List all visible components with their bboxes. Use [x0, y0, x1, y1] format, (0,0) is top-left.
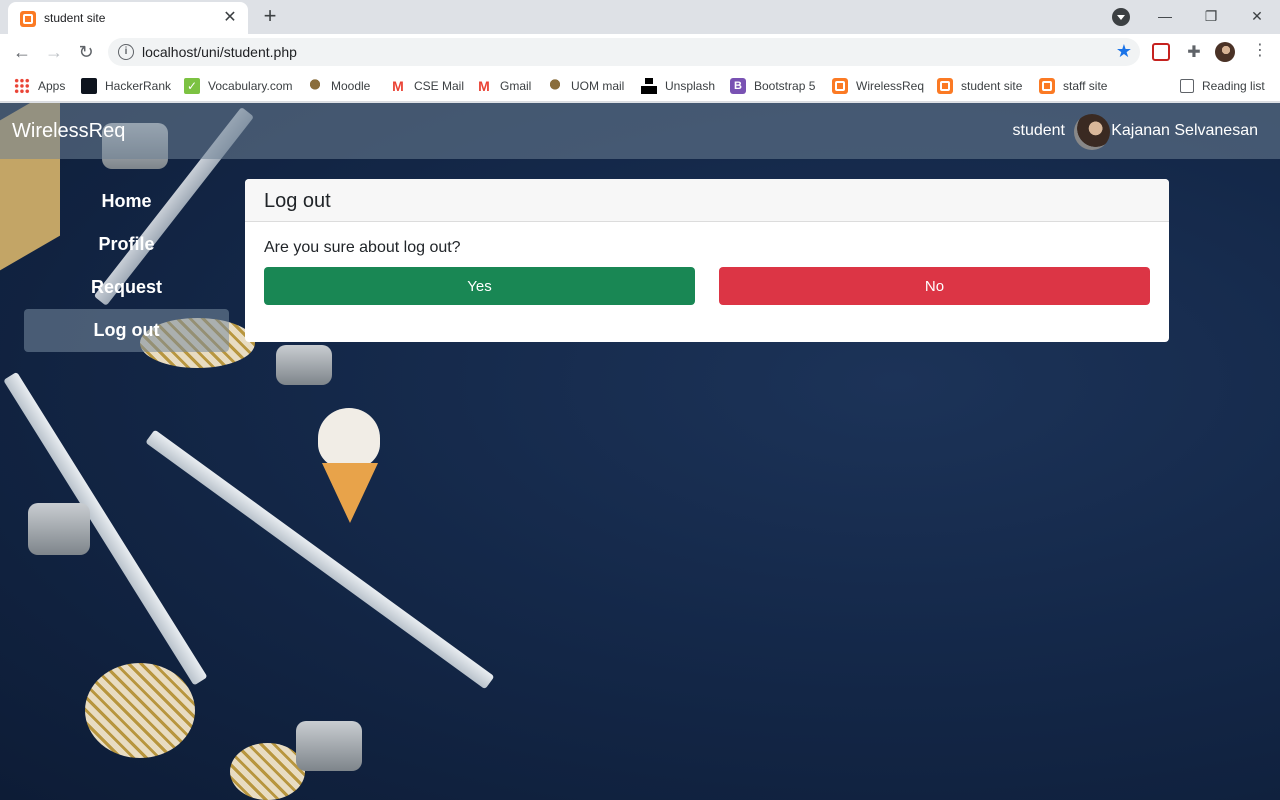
address-bar[interactable]: i localhost/uni/student.php ★: [108, 38, 1140, 66]
extensions-puzzle-icon[interactable]: ✚: [1184, 42, 1204, 62]
sidebar-nav: Home Profile Request Log out: [24, 180, 229, 352]
bookmark-unsplash[interactable]: Unsplash: [641, 76, 715, 96]
bookmark-label: UOM mail: [571, 79, 625, 93]
bookmark-staff-site[interactable]: staff site: [1039, 76, 1107, 96]
pencil-decoration: [145, 429, 495, 690]
back-icon[interactable]: ←: [10, 40, 34, 64]
reading-list[interactable]: Reading list: [1180, 76, 1265, 96]
hackerrank-icon: [81, 78, 97, 94]
bookmark-gmail[interactable]: M Gmail: [476, 76, 531, 96]
bookmark-hackerrank[interactable]: HackerRank: [81, 76, 171, 96]
tab-title: student site: [44, 11, 106, 25]
xampp-favicon-icon: [20, 11, 36, 27]
brand-logo[interactable]: WirelessReq: [12, 120, 125, 143]
sidebar-item-request[interactable]: Request: [24, 266, 229, 309]
no-button[interactable]: No: [719, 267, 1150, 305]
reading-list-label: Reading list: [1202, 79, 1265, 93]
browser-toolbar: ← → ↻ i localhost/uni/student.php ★ ✚ ⋮: [0, 34, 1280, 70]
apps-grid-icon: [14, 78, 30, 94]
close-tab-icon[interactable]: ✕: [220, 8, 240, 28]
gmail-icon: M: [478, 78, 490, 94]
sidebar-item-profile[interactable]: Profile: [24, 223, 229, 266]
bookmark-cse-mail[interactable]: M CSE Mail: [390, 76, 464, 96]
menu-dots-icon[interactable]: ⋮: [1250, 42, 1270, 62]
user-name[interactable]: Kajanan Selvanesan: [1111, 122, 1258, 140]
xampp-icon: [1039, 78, 1055, 94]
sidebar-item-home[interactable]: Home: [24, 180, 229, 223]
bookmark-moodle[interactable]: Moodle: [307, 76, 370, 96]
bookmark-label: Gmail: [500, 79, 532, 93]
close-window-icon[interactable]: ✕: [1234, 0, 1280, 32]
sidebar-item-logout[interactable]: Log out: [24, 309, 229, 352]
profile-avatar-icon[interactable]: [1215, 42, 1235, 62]
bookmarks-bar: Apps HackerRank ✓ Vocabulary.com Moodle …: [0, 70, 1280, 102]
bookmark-vocabulary[interactable]: ✓ Vocabulary.com: [184, 76, 293, 96]
url-text: localhost/uni/student.php: [142, 44, 297, 60]
uom-crest-icon: [547, 78, 563, 94]
user-avatar[interactable]: [1074, 114, 1110, 150]
reading-list-icon: [1180, 79, 1194, 93]
ice-cream-decoration: [318, 408, 380, 468]
new-tab-icon[interactable]: +: [258, 5, 282, 29]
bookmark-label: Unsplash: [665, 79, 716, 93]
binder-clip-decoration: [28, 503, 90, 555]
site-info-icon[interactable]: i: [118, 44, 134, 60]
reload-icon[interactable]: ↻: [74, 40, 98, 64]
bookmark-label: Bootstrap 5: [754, 79, 816, 93]
unsplash-icon: [641, 78, 657, 94]
bookmark-label: Vocabulary.com: [208, 79, 293, 93]
bookmark-label: HackerRank: [105, 79, 172, 93]
binder-clip-decoration: [276, 345, 332, 385]
washi-tape-decoration: [85, 663, 195, 758]
bootstrap-icon: B: [730, 78, 746, 94]
bookmark-label: student site: [961, 79, 1023, 93]
bookmark-label: CSE Mail: [414, 79, 465, 93]
bookmark-label: WirelessReq: [856, 79, 925, 93]
bookmark-apps[interactable]: Apps: [14, 76, 65, 96]
minimize-icon[interactable]: —: [1142, 0, 1188, 32]
button-row: Yes No: [264, 267, 1150, 305]
page-viewport: WirelessReq student Kajanan Selvanesan H…: [0, 103, 1280, 800]
card-title: Log out: [245, 179, 1169, 222]
bookmark-wirelessreq[interactable]: WirelessReq: [832, 76, 924, 96]
logout-card: Log out Are you sure about log out? Yes …: [245, 179, 1169, 342]
vocabulary-check-icon: ✓: [184, 78, 200, 94]
logout-question: Are you sure about log out?: [264, 239, 461, 256]
xampp-icon: [832, 78, 848, 94]
tab-search-icon[interactable]: [1112, 8, 1130, 26]
bookmark-bootstrap[interactable]: B Bootstrap 5: [730, 76, 815, 96]
browser-tab[interactable]: student site ✕: [8, 2, 248, 34]
extension-shield-icon[interactable]: [1152, 43, 1170, 61]
gmail-icon: M: [392, 78, 404, 94]
bookmark-label: staff site: [1063, 79, 1108, 93]
ice-cream-cone-decoration: [322, 463, 378, 523]
site-navbar: WirelessReq student Kajanan Selvanesan: [0, 103, 1280, 159]
forward-icon[interactable]: →: [42, 40, 66, 64]
washi-tape-decoration: [230, 743, 305, 800]
bookmark-student-site[interactable]: student site: [937, 76, 1022, 96]
yes-button[interactable]: Yes: [264, 267, 695, 305]
binder-clip-decoration: [296, 721, 362, 771]
user-role: student: [1012, 122, 1065, 139]
bookmark-label: Moodle: [331, 79, 371, 93]
tab-strip: student site ✕ + — ❐ ✕: [0, 0, 1280, 34]
bookmark-label: Apps: [38, 79, 66, 93]
moodle-crest-icon: [307, 78, 323, 94]
bookmark-star-icon[interactable]: ★: [1116, 41, 1132, 62]
card-body: Are you sure about log out? Yes No: [245, 222, 1169, 322]
bookmark-uom-mail[interactable]: UOM mail: [547, 76, 624, 96]
restore-icon[interactable]: ❐: [1188, 0, 1234, 32]
xampp-icon: [937, 78, 953, 94]
